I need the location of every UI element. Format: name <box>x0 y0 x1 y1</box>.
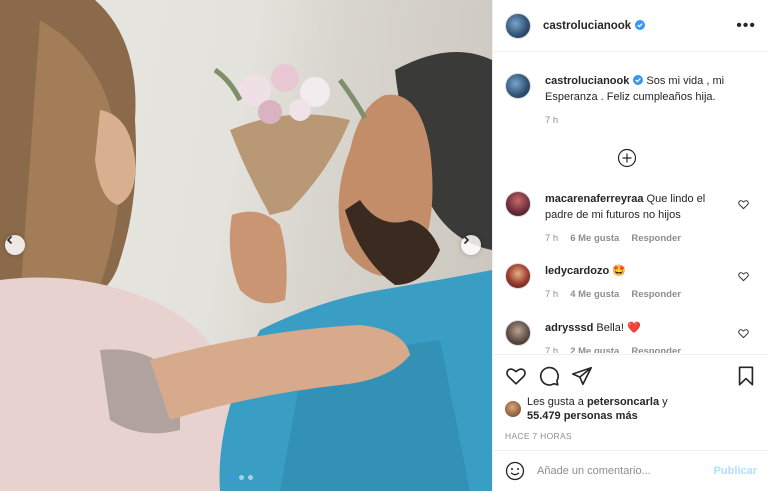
comment-username[interactable]: ledycardozo <box>545 265 609 277</box>
comment-username[interactable]: adrysssd <box>545 322 593 334</box>
comment-item: adrysssd Bella! ❤️ 7 h 2 Me gusta Respon… <box>505 320 761 353</box>
post-actions: Les gusta a petersoncarla y 55.479 perso… <box>493 354 768 454</box>
comment-text: 🤩 <box>612 265 626 277</box>
comment-item: ledycardozo 🤩 7 h 4 Me gusta Responder <box>505 263 761 303</box>
comment-time[interactable]: 7 h <box>545 287 558 303</box>
comment-item: macarenaferreyraa Que lindo el padre de … <box>505 191 761 247</box>
chevron-right-icon <box>463 235 470 245</box>
like-heart-icon[interactable] <box>505 365 527 387</box>
comment-input[interactable] <box>537 465 714 477</box>
likes-and: y <box>662 396 668 408</box>
comment-likes[interactable]: 4 Me gusta <box>570 287 619 303</box>
comment-bubble-icon[interactable] <box>538 365 560 387</box>
author-avatar[interactable] <box>505 73 531 99</box>
comment-text: Bella! ❤️ <box>596 322 641 334</box>
add-comment-bar: Publicar <box>493 450 768 491</box>
likes-summary: Les gusta a petersoncarla y 55.479 perso… <box>505 395 757 423</box>
comment-time[interactable]: 7 h <box>545 231 558 247</box>
reply-button[interactable]: Responder <box>631 231 681 247</box>
carousel-prev-button[interactable] <box>5 235 25 255</box>
comment-likes[interactable]: 6 Me gusta <box>570 231 619 247</box>
commenter-avatar[interactable] <box>505 320 531 346</box>
like-comment-heart-icon[interactable] <box>738 328 749 339</box>
post-header: castrolucianook ••• <box>493 0 768 52</box>
verified-badge-icon <box>633 75 644 85</box>
author-username[interactable]: castrolucianook <box>543 19 646 32</box>
post-timestamp[interactable]: HACE 7 HORAS <box>505 431 757 441</box>
like-comment-heart-icon[interactable] <box>738 271 749 282</box>
carousel-dot <box>230 475 235 480</box>
share-send-icon[interactable] <box>571 365 593 387</box>
save-bookmark-icon[interactable] <box>735 365 757 387</box>
likes-count-link[interactable]: 55.479 personas más <box>527 410 638 422</box>
author-avatar[interactable] <box>505 12 531 39</box>
commenter-avatar[interactable] <box>505 191 531 217</box>
comment-username[interactable]: macarenaferreyraa <box>545 193 643 205</box>
liker-avatar[interactable] <box>505 401 521 417</box>
commenter-avatar[interactable] <box>505 263 531 289</box>
carousel-dots <box>230 475 253 480</box>
reply-button[interactable]: Responder <box>631 287 681 303</box>
carousel-dot <box>248 475 253 480</box>
like-comment-heart-icon[interactable] <box>738 199 749 210</box>
chevron-left-icon <box>6 235 13 245</box>
comment-time[interactable]: 7 h <box>545 344 558 353</box>
photo-illustration <box>0 0 492 491</box>
post-side-panel: castrolucianook ••• castrolucianook Sos … <box>492 0 768 491</box>
carousel-dot <box>239 475 244 480</box>
caption-time: 7 h <box>545 115 559 126</box>
emoji-icon[interactable] <box>505 461 525 481</box>
publish-button[interactable]: Publicar <box>714 465 757 477</box>
comments-section: castrolucianook Sos mi vida , mi Esperan… <box>493 53 768 353</box>
carousel-next-button[interactable] <box>461 235 481 255</box>
caption-username[interactable]: castrolucianook <box>545 75 646 87</box>
comment-likes[interactable]: 2 Me gusta <box>570 344 619 353</box>
more-options-button[interactable]: ••• <box>736 17 756 33</box>
post-photo <box>0 0 492 491</box>
verified-badge-icon <box>635 19 646 30</box>
likes-prefix: Les gusta a <box>527 396 584 408</box>
reply-button[interactable]: Responder <box>631 344 681 353</box>
post-caption: castrolucianook Sos mi vida , mi Esperan… <box>493 53 768 129</box>
liker-username[interactable]: petersoncarla <box>587 396 659 408</box>
load-more-comments-icon[interactable] <box>617 148 637 168</box>
